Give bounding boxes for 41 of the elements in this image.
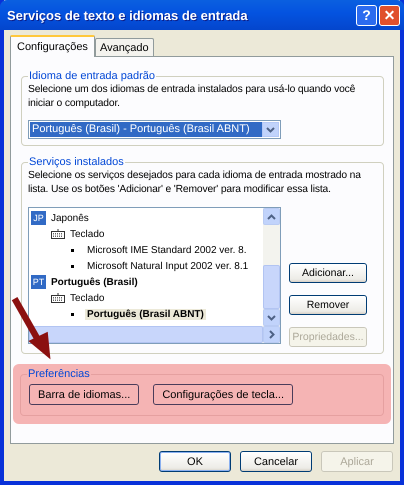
scroll-down-button[interactable] [263,309,280,326]
tab[interactable]: Avançado [94,38,154,56]
help-button[interactable]: ? [356,4,377,26]
dialog-button[interactable]: OK [159,451,231,472]
group-label: Preferências [27,368,91,380]
dialog-button[interactable]: Cancelar [240,451,312,472]
scroll-up-button[interactable] [263,208,280,225]
service-button[interactable]: Adicionar... [289,263,367,283]
close-button[interactable]: × [379,4,400,26]
services-list[interactable]: JP Japonês Teclado Microsoft IME Standard 2002 ver. 8. Microsoft Natural Input 2002 ver. 8.1 PT Português (Brasil) Teclado Português (Brasil ABNT) [28,207,281,344]
service-button[interactable]: Remover [289,295,367,315]
bullet-icon [71,248,74,252]
group-label: Idioma de entrada padrão [28,70,156,82]
horizontal-scrollbar[interactable] [29,326,280,343]
keyboard-icon [51,229,65,239]
description-text: Selecione um dos idiomas de entrada instalados para usá-lo quando você iniciar o computador. [28,83,356,111]
window-title: Serviços de texto e idiomas de entrada [7,8,249,22]
group-label: Serviços instalados [28,156,125,168]
preference-button[interactable]: Configurações de tecla... [153,384,294,405]
language-badge: JP [31,211,46,225]
caret-icon [266,126,275,132]
tree-item[interactable]: Teclado [70,228,104,240]
language-badge: PT [31,275,46,289]
tree-item[interactable]: Teclado [70,292,104,304]
tree-item[interactable]: Português (Brasil) [51,276,138,288]
caret-icon [267,314,276,320]
bullet-icon [71,312,74,316]
tree-item[interactable]: Microsoft Natural Input 2002 ver. 8.1 [85,260,250,272]
scroll-right-button[interactable] [263,326,280,343]
vertical-scrollbar[interactable] [263,208,280,326]
tab[interactable]: Configurações [10,35,95,57]
tree-item[interactable]: Português (Brasil ABNT) [85,308,206,320]
tree-item[interactable]: Microsoft IME Standard 2002 ver. 8. [85,244,249,256]
description-text: Selecione os serviços desejados para cada idioma de entrada mostrado na lista. Use os botões 'Adicionar' e 'Remover' para modificar essa lista. [28,169,362,197]
keyboard-icon [51,293,65,303]
caret-icon [268,330,274,339]
language-dropdown[interactable]: Português (Brasil) - Português (Brasil ABNT) [28,120,281,139]
caret-icon [267,214,276,220]
preference-button[interactable]: Barra de idiomas... [29,384,140,405]
tree-item[interactable]: Japonês [51,212,89,224]
bullet-icon [71,264,74,268]
